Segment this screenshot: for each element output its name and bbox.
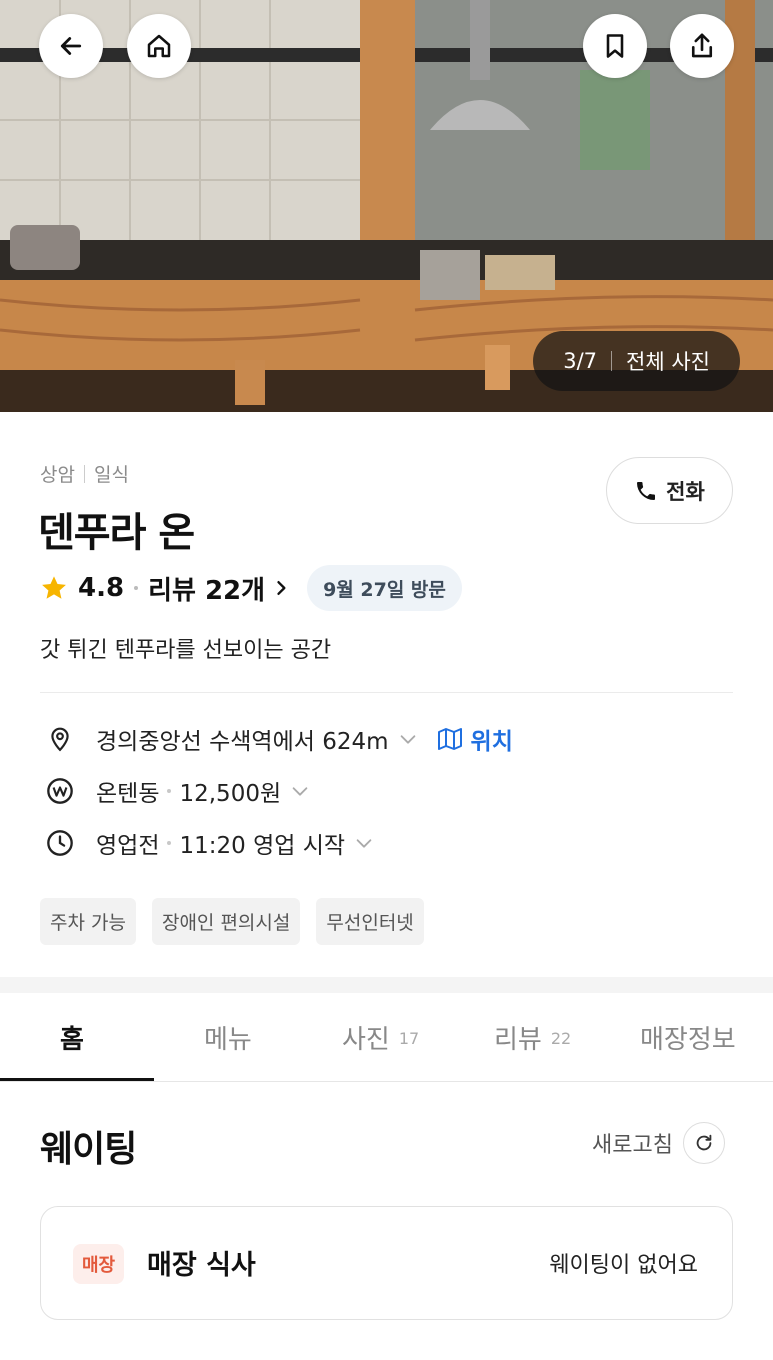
rating-row: 4.8 리뷰 22개 9월 27일 방문 [40,565,462,611]
menu-price: 12,500원 [179,781,282,807]
hours-status: 영업전 [96,833,160,859]
place-description: 갓 튀긴 텐푸라를 선보이는 공간 [40,638,332,663]
chevron-down-icon[interactable] [353,832,375,854]
amenity-tag: 무선인터넷 [316,898,424,945]
location-pin-icon [44,723,76,755]
tab-menu[interactable]: 메뉴 [204,993,252,1082]
map-link[interactable]: 위치 [437,722,513,756]
place-category: 상암 일식 [40,460,129,487]
share-button[interactable] [670,14,734,78]
clock-icon [44,827,76,859]
amenity-tag: 장애인 편의시설 [151,898,301,945]
divider [611,351,613,371]
tab-bar: 홈 메뉴 사진 17 리뷰 22 매장정보 [0,993,773,1082]
bookmark-icon [606,34,624,58]
tab-home[interactable]: 홈 [60,993,84,1082]
refresh-label: 새로고침 [592,1133,673,1158]
cuisine-label: 일식 [93,464,129,486]
back-button[interactable] [39,14,103,78]
waiting-type-badge: 매장 [73,1244,125,1284]
section-divider [0,977,773,993]
amenity-tags: 주차 가능 장애인 편의시설 무선인터넷 [40,898,424,945]
location-row[interactable]: 경의중앙선 수색역에서 624m 위치 [44,722,513,756]
rating-value: 4.8 [78,573,125,603]
waiting-title: 웨이팅 [40,1129,137,1170]
review-link[interactable]: 리뷰 22개 [148,570,291,607]
divider [83,464,85,483]
separator-dot [134,586,139,590]
separator-dot [167,841,172,845]
hero-photo[interactable]: 3/7 전체 사진 [0,0,773,412]
won-icon [44,775,76,807]
menu-name: 온텐동 [96,781,160,807]
call-button[interactable]: 전화 [606,457,733,524]
tab-count: 17 [398,1029,420,1048]
place-title: 덴푸라 온 [38,510,195,556]
menu-price-row[interactable]: 온텐동 12,500원 [44,774,311,808]
all-photos-link[interactable]: 전체 사진 [626,346,710,376]
review-count: 리뷰 22개 [148,575,266,606]
bookmark-button[interactable] [583,14,647,78]
tab-reviews[interactable]: 리뷰 22 [494,993,571,1082]
amenity-tag: 주차 가능 [40,898,136,945]
refresh-icon[interactable] [683,1122,725,1164]
refresh-button[interactable]: 새로고침 [592,1122,725,1164]
phone-icon [637,481,656,500]
hours-row[interactable]: 영업전 11:20 영업 시작 [44,826,375,860]
tab-label: 홈 [60,1025,84,1055]
waiting-card[interactable]: 매장 매장 식사 웨이팅이 없어요 [40,1206,733,1320]
tab-count: 22 [550,1029,572,1048]
tab-store-info[interactable]: 매장정보 [640,993,736,1082]
photo-counter-index: 3/7 [563,349,598,373]
star-icon [42,576,66,599]
location-text: 경의중앙선 수색역에서 624m [96,729,389,755]
home-icon [147,34,171,58]
map-link-label: 위치 [470,729,513,755]
chevron-down-icon[interactable] [289,780,311,802]
waiting-status: 웨이팅이 없어요 [549,1253,698,1278]
share-icon [691,33,713,58]
call-label: 전화 [666,479,705,504]
active-tab-indicator [0,1078,154,1081]
visit-date-chip: 9월 27일 방문 [307,565,462,611]
tab-label: 메뉴 [204,1025,252,1055]
tab-label: 리뷰 [494,1025,542,1055]
tab-label: 매장정보 [640,1025,736,1055]
divider [40,692,733,693]
tab-photos[interactable]: 사진 17 [342,993,419,1082]
tab-label: 사진 [342,1025,390,1055]
photo-counter[interactable]: 3/7 전체 사진 [533,331,740,391]
waiting-type-label: 매장 식사 [147,1250,256,1281]
map-icon [437,728,462,750]
chevron-down-icon[interactable] [397,728,419,750]
separator-dot [167,789,172,793]
hours-detail: 11:20 영업 시작 [179,833,346,859]
chevron-right-icon [277,581,286,595]
region-label: 상암 [40,464,75,486]
home-button[interactable] [127,14,191,78]
back-arrow-icon [60,37,82,55]
